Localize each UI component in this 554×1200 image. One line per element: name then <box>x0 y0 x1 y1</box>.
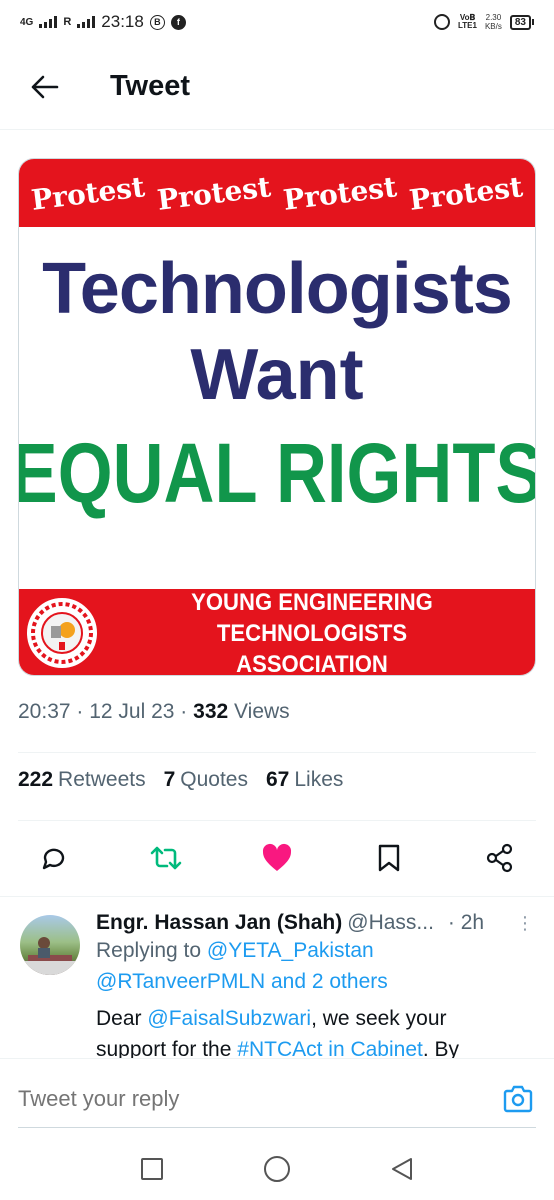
reply-text-pre: Dear <box>96 1007 142 1030</box>
poster-body: Technologists Want EQUAL RIGHTS <box>19 227 535 589</box>
reply-text: Dear @FaisalSubzwari, we seek your suppo… <box>96 1003 534 1058</box>
reply-input[interactable] <box>18 1085 500 1112</box>
retweets-count: 222 <box>18 768 54 791</box>
retweet-icon <box>150 846 181 870</box>
association-logo <box>27 598 97 668</box>
signal-icon-2 <box>77 16 96 28</box>
net-speed-value: 2.30 <box>485 13 502 22</box>
tweet-media-image[interactable]: Protest Protest Protest Protest Technolo… <box>18 158 536 676</box>
reply-compose-bar <box>0 1058 554 1138</box>
battery-level: 83 <box>509 14 531 30</box>
views-count: 332 <box>193 700 229 723</box>
compose-underline <box>18 1127 536 1128</box>
reply-icon <box>42 848 65 870</box>
reply-author-handle[interactable]: @Hass... <box>347 911 434 935</box>
quotes-count: 7 <box>163 768 176 791</box>
tweet-date: 12 Jul 23 <box>89 700 175 723</box>
avatar[interactable] <box>20 915 80 975</box>
reply-tweet[interactable]: Engr. Hassan Jan (Shah) @Hass... · 2h ⋮ … <box>0 896 554 1058</box>
recents-icon[interactable] <box>139 1156 165 1182</box>
likes-label: Likes <box>294 768 344 791</box>
reply-text-line2-post: . By <box>422 1038 460 1058</box>
reply-text-line2: support for the <box>96 1038 232 1058</box>
roaming-indicator: R <box>63 16 72 28</box>
reply-button[interactable] <box>34 838 74 878</box>
association-name: YOUNG ENGINEERING TECHNOLOGISTS ASSOCIAT… <box>114 587 510 676</box>
hashtag-link[interactable]: #NTCAct in Cabinet <box>237 1038 423 1058</box>
status-bar: 4G R 23:18 B f Vo𝐁 LTE1 2.30 KB/s 83 <box>0 0 554 44</box>
tweet-stats: 222 Retweets 7 Quotes 67 Likes <box>18 768 343 792</box>
battery-icon: 83 <box>509 14 534 30</box>
tweet-time: 20:37 <box>18 700 71 723</box>
association-banner: YOUNG ENGINEERING TECHNOLOGISTS ASSOCIAT… <box>19 587 535 676</box>
net-speed: 2.30 KB/s <box>485 13 502 31</box>
net-speed-unit: KB/s <box>484 22 502 31</box>
protest-banner: Protest Protest Protest Protest <box>19 159 535 227</box>
clock: 23:18 <box>101 12 144 31</box>
facebook-icon: f <box>170 14 186 30</box>
mention-link[interactable]: @FaisalSubzwari <box>147 1007 311 1030</box>
association-line-1: YOUNG ENGINEERING TECHNOLOGISTS <box>191 588 433 647</box>
bookmark-icon <box>378 844 399 872</box>
status-left: 4G R 23:18 B f <box>20 12 186 32</box>
retweet-button[interactable] <box>146 838 186 878</box>
volte-indicator: Vo𝐁 LTE1 <box>458 13 477 30</box>
page-title: Tweet <box>110 70 191 102</box>
retweets-stat[interactable]: 222 Retweets <box>18 768 146 792</box>
system-nav-bar <box>0 1138 554 1200</box>
banner-word: Protest <box>155 169 273 217</box>
retweets-label: Retweets <box>58 768 146 791</box>
back-arrow-icon <box>31 75 59 98</box>
quotes-stat[interactable]: 7 Quotes <box>164 768 248 792</box>
replying-to-line-2: @RTanveerPMLN and 2 others <box>96 966 534 997</box>
like-icon <box>262 843 292 871</box>
back-button[interactable] <box>0 44 90 130</box>
banner-word: Protest <box>281 169 399 217</box>
divider <box>18 820 536 821</box>
replying-to: Replying to @YETA_Pakistan <box>96 935 534 966</box>
reply-text-mid: , we seek your <box>311 1007 447 1030</box>
poster-line-1: Technologists <box>42 249 513 329</box>
network-type: 4G <box>20 16 34 28</box>
divider <box>18 752 536 753</box>
share-button[interactable] <box>480 838 520 878</box>
association-line-2: ASSOCIATION <box>236 650 388 676</box>
banner-word: Protest <box>29 169 147 217</box>
alarm-icon <box>434 14 450 30</box>
notification-b-icon: B <box>149 14 165 30</box>
status-right: Vo𝐁 LTE1 2.30 KB/s 83 <box>434 13 534 31</box>
tweet-actions <box>18 830 536 886</box>
replying-prefix: Replying to <box>96 939 202 962</box>
reply-time: · 2h <box>447 911 485 934</box>
back-icon[interactable] <box>389 1156 415 1182</box>
banner-word: Protest <box>407 169 525 217</box>
reply-author-name[interactable]: Engr. Hassan Jan (Shah) <box>96 911 342 935</box>
views-label[interactable]: Views <box>234 700 290 723</box>
tweet-meta: 20:37 · 12 Jul 23 · 332 Views <box>18 700 290 723</box>
home-icon[interactable] <box>262 1154 292 1184</box>
quotes-label: Quotes <box>180 768 248 791</box>
replying-handle-link[interactable]: @YETA_Pakistan <box>207 939 374 962</box>
reply-header: Engr. Hassan Jan (Shah) @Hass... · 2h ⋮ <box>96 911 534 935</box>
likes-stat[interactable]: 67 Likes <box>266 768 343 792</box>
poster-line-3: EQUAL RIGHTS <box>18 426 536 520</box>
camera-icon <box>503 1085 533 1112</box>
bookmark-button[interactable] <box>369 838 409 878</box>
camera-button[interactable] <box>500 1081 536 1117</box>
reply-body: Engr. Hassan Jan (Shah) @Hass... · 2h ⋮ … <box>96 911 534 1058</box>
replying-others-link[interactable]: @RTanveerPMLN and 2 others <box>96 970 388 993</box>
signal-icon <box>39 16 58 28</box>
poster-line-2: Want <box>190 335 364 415</box>
share-icon <box>486 843 513 873</box>
more-options-icon[interactable]: ⋮ <box>516 913 534 934</box>
like-button[interactable] <box>257 838 297 878</box>
likes-count: 67 <box>266 768 290 791</box>
top-bar: Tweet <box>0 44 554 130</box>
